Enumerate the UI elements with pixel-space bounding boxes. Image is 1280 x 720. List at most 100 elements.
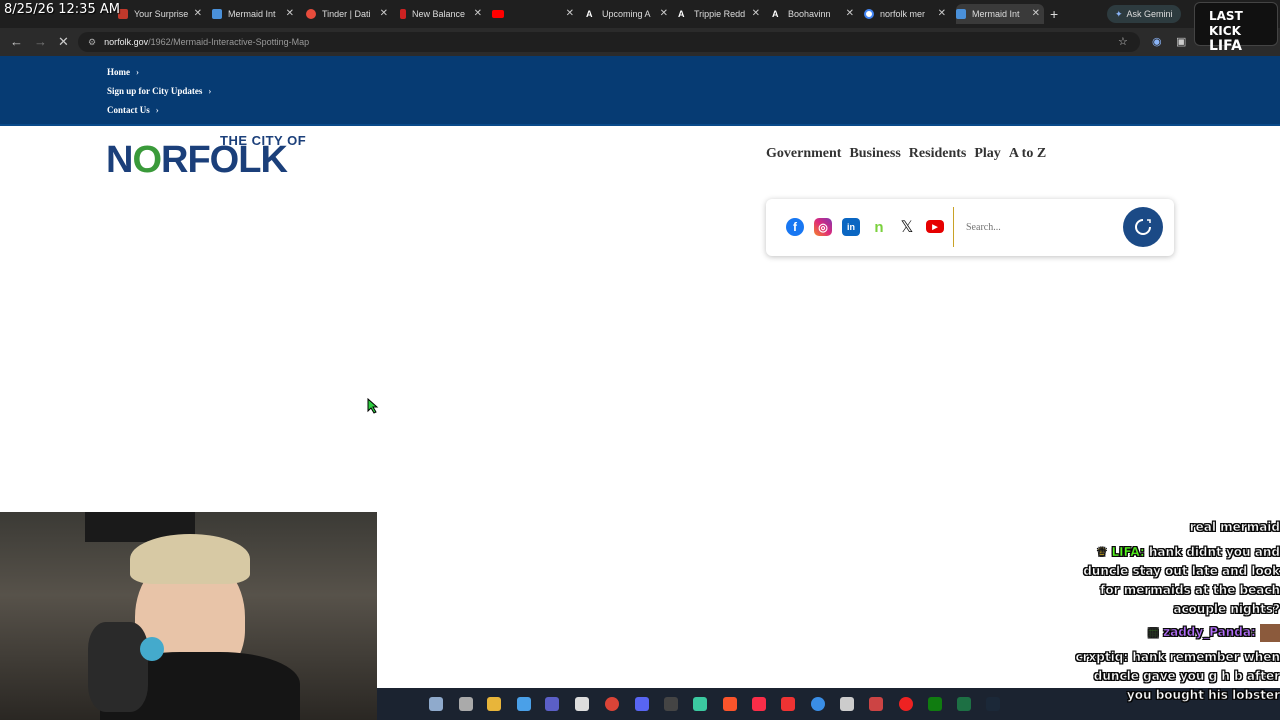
tab-upcoming[interactable]: A Upcoming A ✕ <box>586 4 672 24</box>
emote-icon <box>1260 623 1280 642</box>
tab-tinder[interactable]: Tinder | Dati ✕ <box>306 4 392 24</box>
tab-favicon <box>212 9 222 19</box>
search-loading-icon <box>1135 219 1151 235</box>
webcam-blue-light <box>140 637 164 661</box>
tab-strip: Your Surprise ✕ Mermaid Int ✕ Tinder | Dat… <box>0 0 1280 28</box>
nav-play[interactable]: Play <box>974 146 1000 162</box>
gemini-icon: ✦ <box>1115 8 1123 19</box>
nav-government[interactable]: Government <box>766 146 841 162</box>
xbox-icon[interactable] <box>928 697 942 711</box>
close-icon[interactable]: ✕ <box>846 8 854 19</box>
chevron-right-icon: › <box>208 86 212 96</box>
bookmark-star-icon[interactable]: ☆ <box>1118 35 1128 48</box>
app-icon[interactable] <box>693 697 707 711</box>
task-view-icon[interactable] <box>459 697 473 711</box>
close-icon[interactable]: ✕ <box>752 8 760 19</box>
teams-icon[interactable] <box>545 697 559 711</box>
a-icon: A <box>772 9 779 19</box>
tab-mermaid-1[interactable]: Mermaid Int ✕ <box>212 4 298 24</box>
close-icon[interactable]: ✕ <box>194 8 202 19</box>
x-icon[interactable]: 𝕏 <box>898 218 916 236</box>
forward-button[interactable]: → <box>34 34 47 49</box>
site-utility-nav: Home › Sign up for City Updates › Contact … <box>0 56 1280 126</box>
tab-norfolk-search[interactable]: norfolk mer ✕ <box>864 4 950 24</box>
chevron-right-icon: › <box>155 105 159 115</box>
excel-icon[interactable] <box>957 697 971 711</box>
opera-icon[interactable] <box>899 697 913 711</box>
nav-a-to-z[interactable]: A to Z <box>1009 146 1046 162</box>
music-icon[interactable] <box>752 697 766 711</box>
taskbar-app-icon[interactable] <box>429 697 443 711</box>
nav-business[interactable]: Business <box>849 146 900 162</box>
url-host: norfolk.gov <box>104 37 149 47</box>
tab-your-surprise[interactable]: Your Surprise ✕ <box>118 4 206 24</box>
youtube-icon[interactable]: ▶ <box>926 220 944 233</box>
close-icon[interactable]: ✕ <box>938 8 946 19</box>
chat-username: zaddy_Panda <box>1163 625 1251 640</box>
webcam-microphone <box>88 622 148 712</box>
ask-gemini-button[interactable]: ✦ Ask Gemini <box>1107 5 1181 23</box>
webcam-hair <box>130 534 250 584</box>
app-game-icon[interactable] <box>869 697 883 711</box>
last-kick-name: LIFA <box>1209 38 1242 54</box>
address-bar[interactable]: ⚙ norfolk.gov/1962/Mermaid-Interactive-S… <box>78 32 1140 52</box>
url-path: /1962/Mermaid-Interactive-Spotting-Map <box>148 37 310 47</box>
tab-favicon <box>306 9 316 19</box>
chat-message: ♛ LIFA: hank didnt you and duncle stay o… <box>1083 545 1280 617</box>
obs-icon[interactable] <box>664 697 678 711</box>
extensions-puzzle-icon[interactable]: ▣ <box>1176 35 1186 48</box>
nav-residents[interactable]: Residents <box>909 146 967 162</box>
tab-mermaid-active[interactable]: Mermaid Int ✕ <box>956 4 1044 24</box>
copilot-icon[interactable] <box>517 697 531 711</box>
crown-icon: ♛ <box>1096 545 1108 560</box>
close-icon[interactable]: ✕ <box>1032 8 1040 19</box>
city-updates-link[interactable]: Sign up for City Updates › <box>107 86 211 96</box>
norfolk-logo[interactable]: THE CITY OF NORFOLK <box>106 133 326 181</box>
facebook-icon[interactable]: f <box>786 218 804 236</box>
close-icon[interactable]: ✕ <box>566 8 574 19</box>
home-link[interactable]: Home › <box>107 67 139 77</box>
site-info-icon[interactable]: ⚙ <box>88 37 96 48</box>
linkedin-icon[interactable]: in <box>842 218 860 236</box>
close-icon[interactable]: ✕ <box>660 8 668 19</box>
tab-trippie[interactable]: A Trippie Redd ✕ <box>678 4 764 24</box>
last-kick-overlay: LAST KICK LIFA <box>1194 2 1278 54</box>
contact-us-link[interactable]: Contact Us › <box>107 105 159 115</box>
extension-icon[interactable]: ◉ <box>1152 35 1162 48</box>
stop-loading-button[interactable]: ✕ <box>58 34 69 50</box>
tab-youtube[interactable]: ✕ <box>492 4 578 24</box>
google-icon <box>864 9 874 19</box>
a-icon: A <box>678 9 685 19</box>
app-gray-icon[interactable] <box>840 697 854 711</box>
chevron-right-icon: › <box>136 67 139 77</box>
back-button[interactable]: ← <box>10 34 23 49</box>
file-explorer-icon[interactable] <box>487 697 501 711</box>
tab-new-balance[interactable]: New Balance ✕ <box>400 4 486 24</box>
a-icon: A <box>586 9 593 19</box>
help-icon[interactable] <box>811 697 825 711</box>
nextdoor-icon[interactable]: n <box>870 218 888 236</box>
new-tab-button[interactable]: + <box>1050 6 1058 22</box>
app-red-icon[interactable] <box>781 697 795 711</box>
divider <box>953 207 954 247</box>
search-input[interactable] <box>966 217 1106 237</box>
store-icon[interactable] <box>575 697 589 711</box>
close-icon[interactable]: ✕ <box>286 8 294 19</box>
close-icon[interactable]: ✕ <box>380 8 388 19</box>
stream-chat: real mermaid ♛ LIFA: hank didnt you and … <box>1070 518 1280 705</box>
browser-toolbar: ← → ✕ ⚙ norfolk.gov/1962/Mermaid-Interac… <box>0 28 1280 56</box>
primary-nav: Government Business Residents Play A to … <box>766 146 1046 162</box>
chat-message: crxptiq: hank remember when duncle gave … <box>1075 650 1280 703</box>
discord-icon[interactable] <box>635 697 649 711</box>
youtube-icon <box>492 10 504 18</box>
steam-icon[interactable] <box>986 697 1000 711</box>
instagram-icon[interactable]: ◎ <box>814 218 832 236</box>
brave-icon[interactable] <box>723 697 737 711</box>
chat-message: ▦ zaddy_Panda: <box>1070 623 1280 642</box>
close-icon[interactable]: ✕ <box>474 8 482 19</box>
chat-username: crxptiq <box>1075 650 1124 665</box>
tab-favicon <box>956 9 966 19</box>
tab-boohavinn[interactable]: A Boohavinn ✕ <box>772 4 858 24</box>
chrome-icon[interactable] <box>605 697 619 711</box>
search-button[interactable] <box>1123 207 1163 247</box>
